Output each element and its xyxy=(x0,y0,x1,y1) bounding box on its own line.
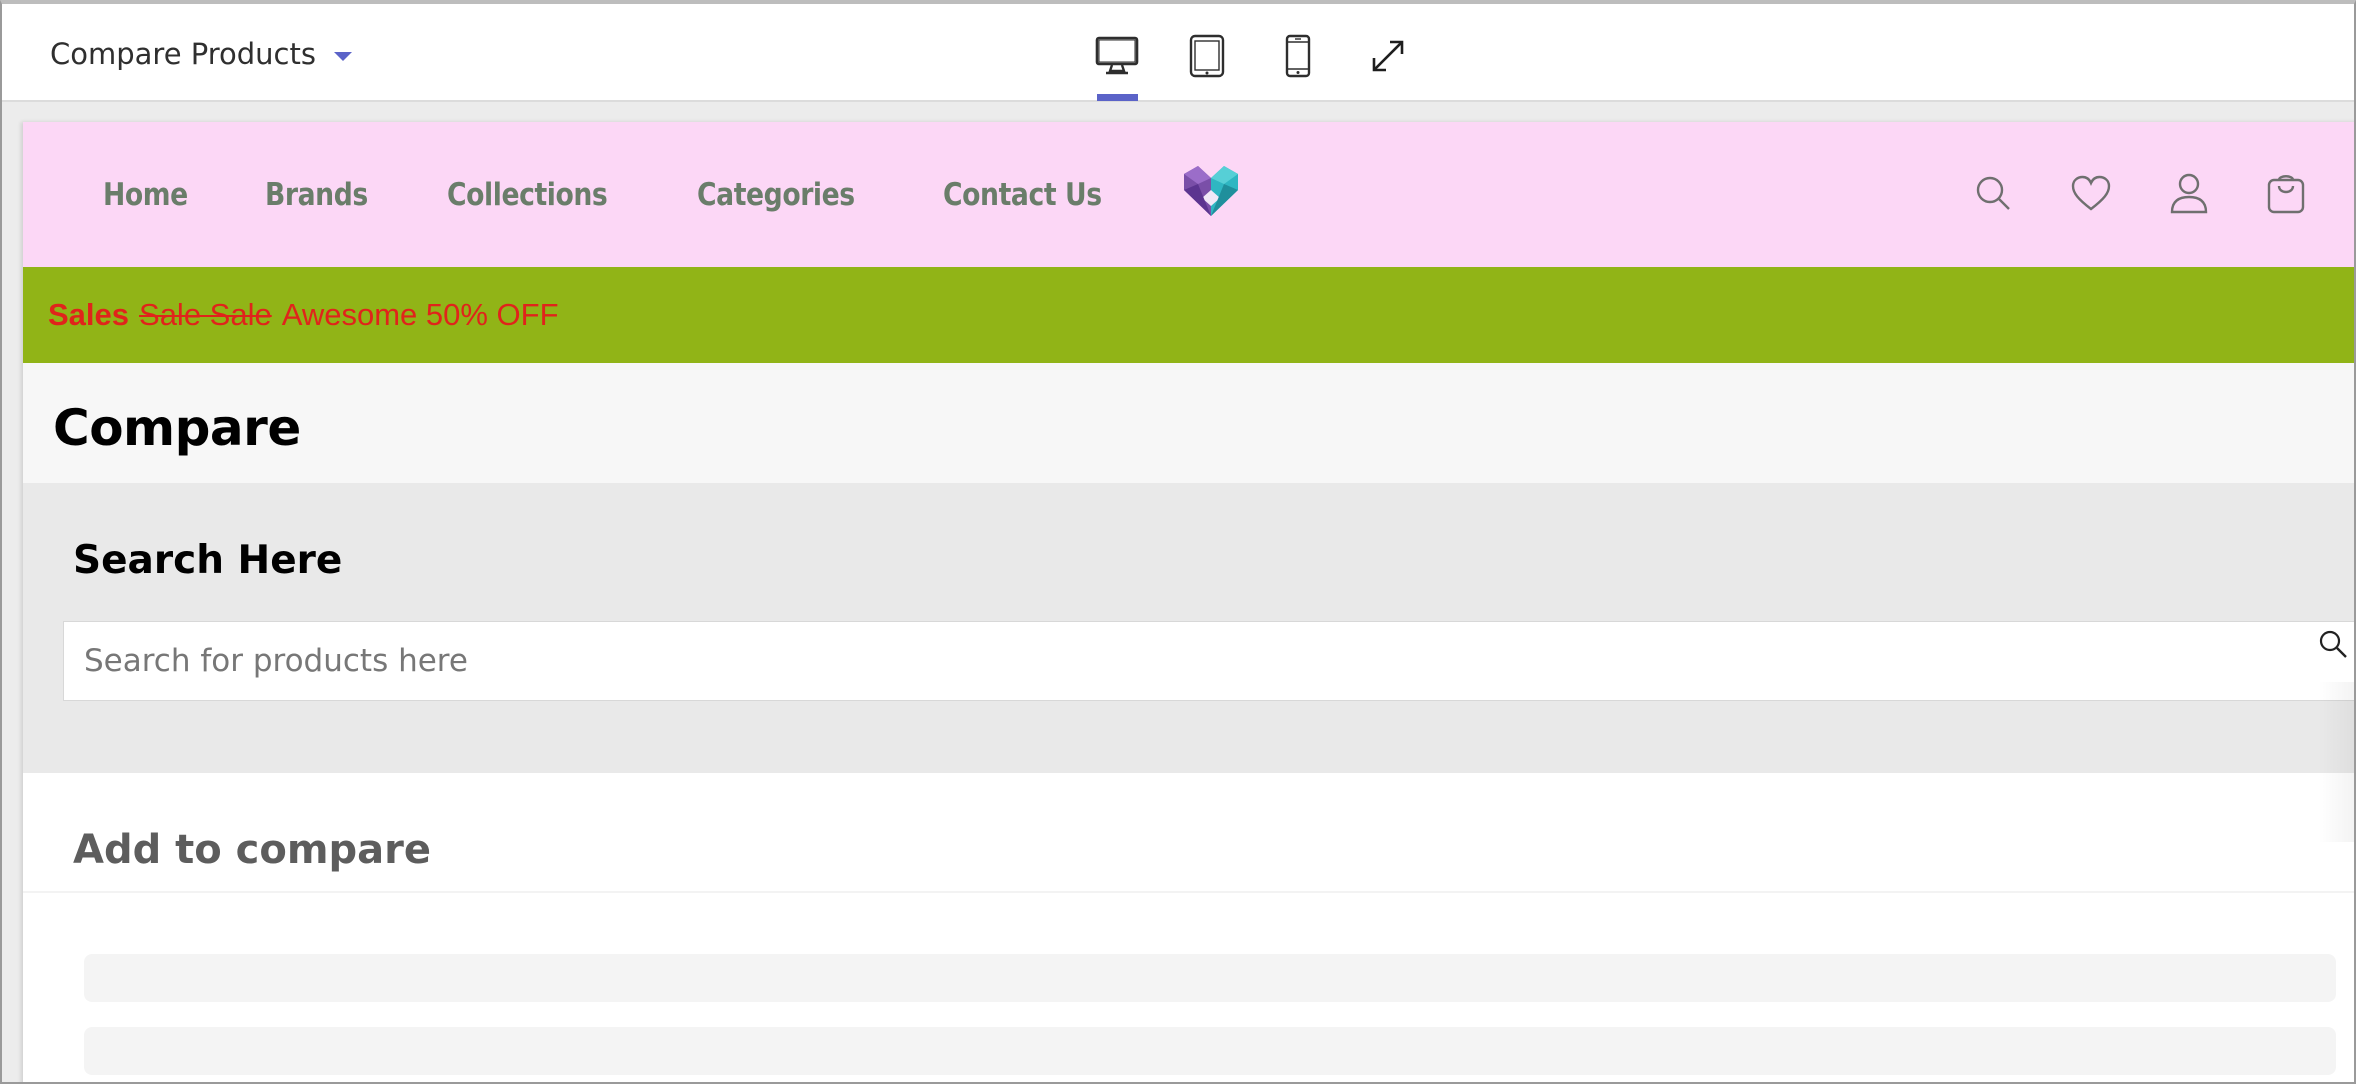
brand-logo[interactable] xyxy=(1180,162,1242,224)
desktop-icon xyxy=(1095,36,1139,75)
desktop-view-button[interactable] xyxy=(1087,26,1147,86)
search-icon xyxy=(1976,176,2010,210)
scroll-shadow xyxy=(2318,682,2354,842)
search-heading: Search Here xyxy=(73,538,343,583)
page-title-band: Compare xyxy=(23,363,2354,483)
main-nav: Home Brands Collections Categories Conta… xyxy=(103,122,1127,267)
mobile-icon xyxy=(1285,34,1311,78)
header-icons xyxy=(1958,122,2354,267)
promo-bold-text: Sales xyxy=(48,297,130,332)
active-device-indicator xyxy=(1097,94,1138,101)
cart-button[interactable] xyxy=(2261,168,2311,218)
app-window: Compare Products Home Brands Collections… xyxy=(0,0,2356,1084)
fullscreen-icon xyxy=(1372,40,1404,72)
promo-banner: Sales Sale Sale Awesome 50% OFF xyxy=(23,267,2354,363)
promo-text: Awesome 50% OFF xyxy=(281,297,559,332)
wishlist-button[interactable] xyxy=(2066,168,2116,218)
tablet-view-button[interactable] xyxy=(1177,26,1237,86)
caret-down-icon xyxy=(333,51,352,61)
nav-item-collections[interactable]: Collections xyxy=(447,177,608,213)
search-placeholder: Search for products here xyxy=(84,643,468,679)
page-title: Compare xyxy=(53,399,301,457)
loading-placeholder xyxy=(84,954,2336,1002)
search-button[interactable] xyxy=(1968,168,2018,218)
site-preview: Home Brands Collections Categories Conta… xyxy=(23,122,2354,1082)
section-divider xyxy=(23,891,2354,893)
loading-placeholder xyxy=(84,1027,2336,1075)
nav-item-home[interactable]: Home xyxy=(103,177,188,213)
bag-icon xyxy=(2267,175,2305,214)
promo-strike-text: Sale Sale xyxy=(139,297,272,332)
page-selector-label: Compare Products xyxy=(50,37,316,71)
search-input[interactable]: Search for products here xyxy=(63,621,2354,701)
search-submit-button[interactable] xyxy=(2313,624,2353,664)
nav-item-categories[interactable]: Categories xyxy=(697,177,855,213)
fullscreen-button[interactable] xyxy=(1358,26,1418,86)
editor-toolbar: Compare Products xyxy=(2,4,2354,102)
tablet-icon xyxy=(1189,34,1225,78)
search-icon xyxy=(2319,630,2347,658)
user-icon xyxy=(2170,173,2208,214)
nav-item-contact-us[interactable]: Contact Us xyxy=(943,177,1102,213)
compare-heading: Add to compare xyxy=(73,827,432,873)
compare-section: Add to compare xyxy=(23,773,2354,1082)
preview-canvas: Home Brands Collections Categories Conta… xyxy=(2,102,2354,1082)
site-header: Home Brands Collections Categories Conta… xyxy=(23,122,2354,267)
nav-item-brands[interactable]: Brands xyxy=(265,177,368,213)
heart-icon xyxy=(2071,175,2111,211)
account-button[interactable] xyxy=(2164,168,2214,218)
search-section: Search Here Search for products here xyxy=(23,483,2354,773)
page-selector[interactable]: Compare Products xyxy=(50,34,352,74)
mobile-view-button[interactable] xyxy=(1268,26,1328,86)
